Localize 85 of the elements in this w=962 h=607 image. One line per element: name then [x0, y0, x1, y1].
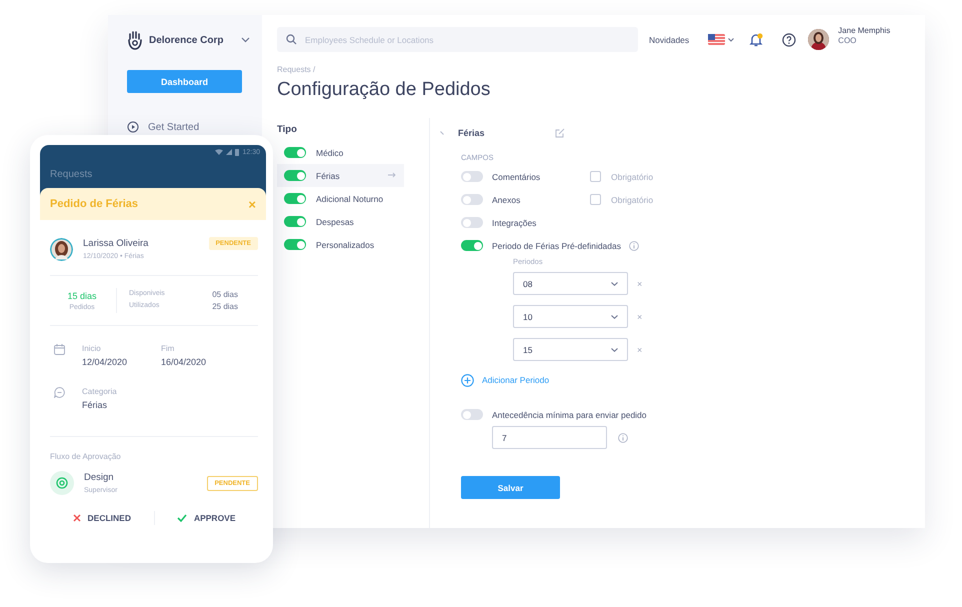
signal-icon — [226, 149, 232, 155]
info-icon[interactable] — [618, 432, 628, 442]
category-value: Férias — [82, 400, 108, 410]
type-label: Personalizados — [316, 240, 374, 250]
battery-icon — [235, 148, 240, 156]
date-label: Fim — [161, 344, 176, 353]
type-label: Férias — [316, 170, 340, 180]
toggle-switch[interactable] — [461, 409, 483, 420]
chat-icon — [54, 387, 65, 398]
user-role: COO — [838, 36, 858, 46]
field-label: Comentários — [492, 170, 542, 182]
input-field[interactable]: 7 — [492, 426, 607, 449]
wifi-icon — [215, 149, 224, 155]
chevron-down-icon — [611, 348, 618, 352]
play-circle-icon — [127, 121, 139, 133]
plus-circle-icon — [461, 374, 474, 386]
section-heading: Fluxo de Aprovação — [50, 452, 122, 461]
date-value: 12/04/2020 — [82, 357, 128, 367]
toggle-switch[interactable] — [284, 239, 306, 250]
info-icon[interactable] — [629, 240, 639, 250]
stat-value: 15 dias — [67, 290, 97, 300]
search-icon — [286, 34, 297, 45]
edit-icon[interactable] — [555, 128, 565, 138]
type-item[interactable]: Férias — [277, 164, 404, 187]
header-title: Requests — [50, 169, 94, 180]
page-title: Configuração de Pedidos — [277, 78, 492, 102]
checkbox[interactable] — [590, 194, 601, 205]
type-item[interactable]: Médico — [277, 141, 404, 164]
type-label: Médico — [316, 148, 344, 158]
toggle-switch[interactable] — [461, 217, 483, 228]
bell-icon[interactable] — [749, 32, 764, 46]
date-value: 16/04/2020 — [161, 357, 208, 367]
help-icon[interactable] — [782, 32, 796, 46]
stat-value: 05 dias — [212, 290, 238, 299]
field-label: Integrações — [492, 216, 538, 228]
field-label: Anexos — [492, 194, 522, 206]
banner-title: Pedido de Férias — [50, 198, 138, 210]
toggle-switch[interactable] — [461, 171, 483, 182]
toggle-switch[interactable] — [461, 194, 483, 205]
target-icon — [50, 471, 74, 495]
decline-button[interactable]: DECLINED — [50, 508, 154, 528]
checkbox-label: Obrigatório — [611, 194, 654, 204]
stat-value: 25 dias — [212, 302, 238, 311]
arrow-right-icon — [388, 172, 396, 178]
hand-logo-icon — [127, 30, 143, 50]
toggle-switch[interactable] — [284, 147, 306, 158]
chevron-down-icon[interactable] — [728, 38, 734, 42]
section-heading: Tipo — [277, 124, 298, 137]
toggle-switch[interactable] — [461, 240, 483, 251]
checkbox-label: Obrigatório — [611, 172, 654, 182]
field-label: Antecedência mínima para enviar pedido — [492, 408, 647, 420]
close-icon — [72, 514, 81, 522]
detail-title: Férias — [458, 128, 486, 138]
collapse-icon[interactable] — [440, 130, 444, 134]
period-select[interactable]: 15 — [513, 338, 628, 361]
date-label: Inicio — [82, 344, 102, 353]
field-label: Periodo de Férias Pré-definidadas — [492, 240, 621, 252]
employee-name: Larissa Oliveira — [83, 238, 150, 249]
type-label: Adicional Noturno — [316, 194, 384, 204]
sidebar-item[interactable]: Get Started — [127, 121, 262, 133]
avatar — [50, 238, 73, 260]
user-name: Jane Memphis — [838, 26, 890, 36]
type-item[interactable]: Despesas — [277, 210, 404, 233]
checkbox[interactable] — [590, 171, 601, 182]
toggle-switch[interactable] — [284, 216, 306, 227]
chevron-down-icon — [611, 314, 618, 318]
period-select[interactable]: 10 — [513, 305, 628, 328]
type-item[interactable]: Personalizados — [277, 233, 404, 256]
approver-name: Design — [84, 472, 115, 483]
news-link[interactable]: Novidades — [649, 34, 690, 44]
company-name: Delorence Corp — [149, 34, 224, 46]
flag-icon[interactable] — [708, 34, 726, 45]
toggle-switch[interactable] — [284, 170, 306, 181]
avatar[interactable] — [808, 29, 830, 50]
search-field[interactable]: Employees Schedule or Locations — [277, 27, 638, 52]
type-label: Despesas — [316, 216, 354, 226]
category-label: Categoria — [82, 387, 118, 396]
toggle-switch[interactable] — [284, 193, 306, 204]
chevron-down-icon[interactable] — [241, 37, 250, 43]
calendar-icon — [54, 344, 65, 355]
period-select[interactable]: 08 — [513, 272, 628, 295]
chevron-down-icon — [611, 282, 618, 286]
approve-button[interactable]: APPROVE — [154, 508, 258, 528]
type-item[interactable]: Adicional Noturno — [277, 187, 404, 210]
check-icon — [176, 514, 187, 522]
